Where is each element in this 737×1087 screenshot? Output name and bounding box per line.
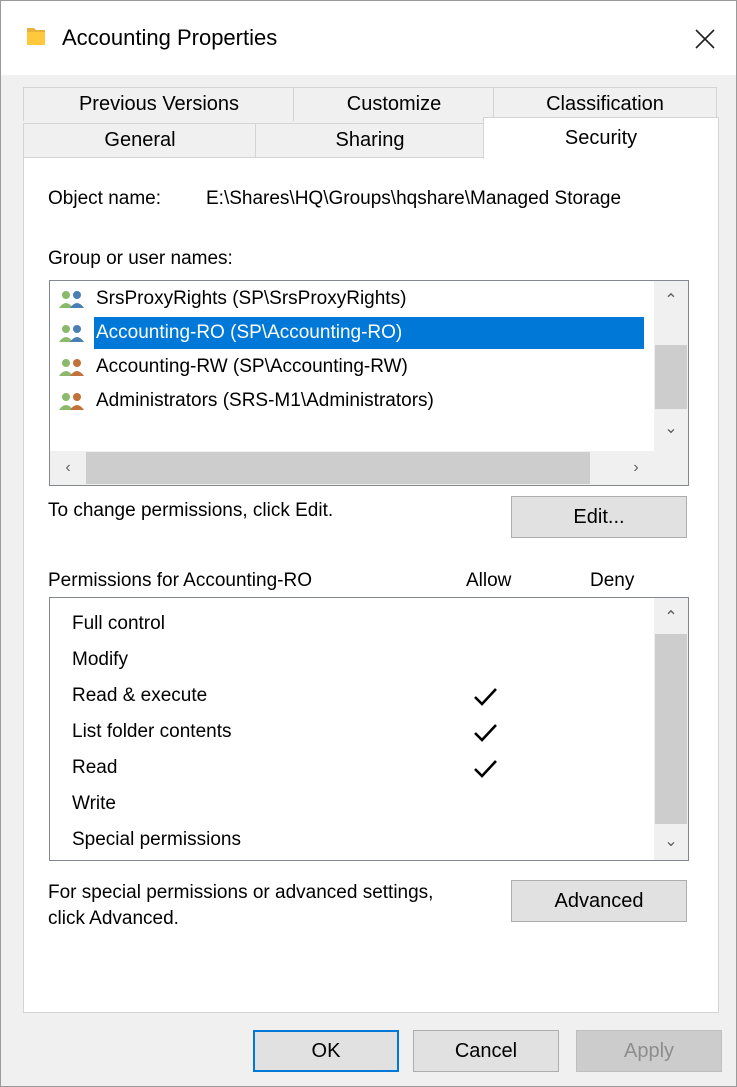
user-row-srsproxyrights[interactable]: SrsProxyRights (SP\SrsProxyRights) [58, 283, 658, 315]
scroll-down-icon[interactable]: ⌄ [655, 826, 687, 858]
user-row-administrators[interactable]: Administrators (SRS-M1\Administrators) [58, 385, 658, 417]
tab-classification[interactable]: Classification [493, 87, 717, 121]
permission-write: Write [72, 793, 116, 814]
window-title: Accounting Properties [62, 25, 278, 50]
user-label: Accounting-RW (SP\Accounting-RW) [96, 356, 408, 377]
scroll-down-icon[interactable]: ⌄ [655, 413, 687, 445]
users-icon [59, 359, 84, 376]
permission-list-folder-contents: List folder contents [72, 721, 232, 742]
user-list-horizontal-scrollbar[interactable]: ‹ › [50, 451, 688, 485]
users-icon [59, 393, 84, 410]
advanced-hint-line1: For special permissions or advanced sett… [48, 882, 434, 903]
permission-read: Read [72, 757, 118, 778]
tab-general[interactable]: General [23, 123, 257, 157]
permission-modify: Modify [72, 649, 128, 670]
apply-button: Apply [576, 1030, 722, 1072]
scroll-left-icon[interactable]: ‹ [52, 452, 84, 484]
edit-button[interactable]: Edit... [511, 496, 687, 538]
allow-read-execute-check-icon [474, 688, 497, 706]
close-icon[interactable] [685, 19, 725, 59]
group-user-names-label: Group or user names: [48, 248, 233, 269]
permissions-vertical-scrollbar[interactable]: ⌃ ⌄ [654, 598, 688, 860]
advanced-button[interactable]: Advanced [511, 880, 687, 922]
deny-column-header: Deny [590, 570, 635, 591]
tab-security[interactable]: Security [483, 117, 719, 159]
permission-special: Special permissions [72, 829, 241, 850]
user-label: Accounting-RO (SP\Accounting-RO) [94, 317, 644, 349]
title-bar: Accounting Properties [1, 1, 736, 75]
scroll-thumb[interactable] [655, 634, 687, 824]
user-list-vertical-scrollbar[interactable]: ⌃ ⌄ [654, 281, 688, 451]
allow-list-folder-contents-check-icon [474, 724, 497, 742]
group-user-list[interactable]: SrsProxyRights (SP\SrsProxyRights) Accou… [49, 280, 689, 486]
ok-button[interactable]: OK [253, 1030, 399, 1072]
scroll-up-icon[interactable]: ⌃ [655, 285, 687, 317]
allow-column-header: Allow [466, 570, 512, 591]
users-icon [59, 325, 84, 342]
user-label: Administrators (SRS-M1\Administrators) [96, 390, 434, 411]
folder-icon [27, 28, 45, 45]
scroll-thumb[interactable] [655, 345, 687, 409]
tab-customize[interactable]: Customize [293, 87, 495, 121]
scroll-right-icon[interactable]: › [620, 452, 652, 484]
tab-sharing[interactable]: Sharing [255, 123, 485, 157]
security-panel: Object name: E:\Shares\HQ\Groups\hqshare… [23, 157, 719, 1013]
properties-dialog: Accounting Properties Previous Versions … [0, 0, 737, 1087]
allow-read-check-icon [474, 760, 497, 778]
permission-read-execute: Read & execute [72, 685, 208, 706]
scroll-thumb-horizontal[interactable] [86, 452, 590, 484]
users-icon [59, 291, 84, 308]
scroll-up-icon[interactable]: ⌃ [655, 602, 687, 634]
permissions-list: Full control Modify Read & execute List … [49, 597, 689, 861]
user-row-accounting-rw[interactable]: Accounting-RW (SP\Accounting-RW) [58, 351, 658, 383]
user-label: SrsProxyRights (SP\SrsProxyRights) [96, 288, 407, 309]
permission-full-control: Full control [72, 613, 165, 634]
change-permissions-hint: To change permissions, click Edit. [48, 500, 334, 521]
cancel-button[interactable]: Cancel [413, 1030, 559, 1072]
advanced-hint-line2: click Advanced. [48, 908, 179, 929]
permissions-for-label: Permissions for Accounting-RO [48, 570, 312, 591]
object-name-value: E:\Shares\HQ\Groups\hqshare\Managed Stor… [206, 188, 622, 209]
user-row-accounting-ro[interactable]: Accounting-RO (SP\Accounting-RO) [58, 317, 658, 349]
object-name-label: Object name: [48, 188, 161, 209]
tab-previous-versions[interactable]: Previous Versions [23, 87, 295, 121]
